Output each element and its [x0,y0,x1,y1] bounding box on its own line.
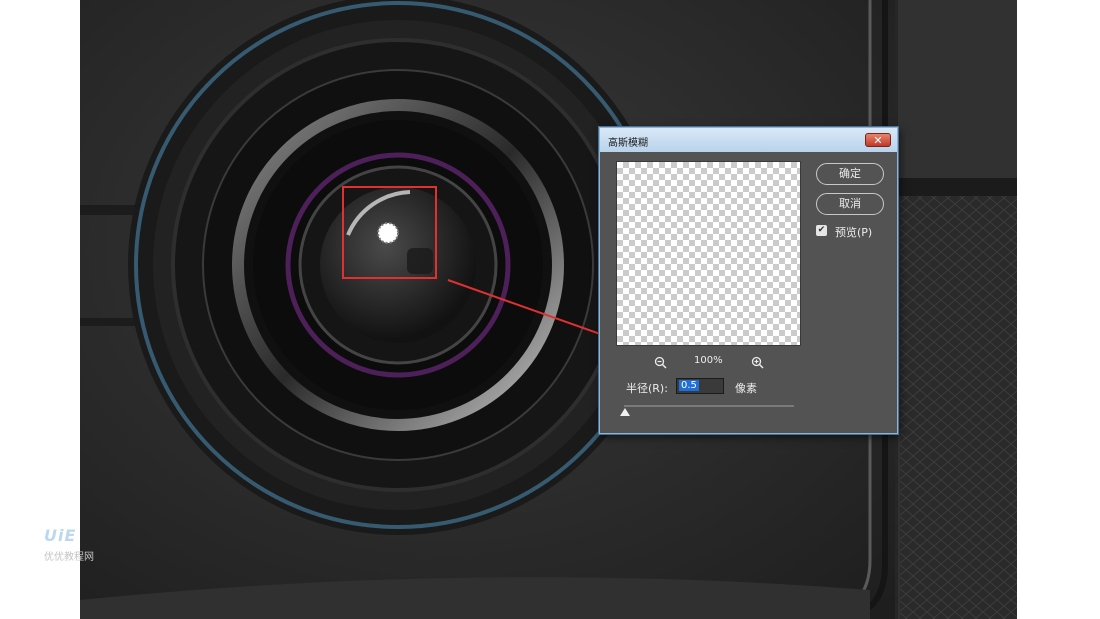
close-button[interactable]: ✕ [865,133,891,147]
watermark-text: 优优教程网 [44,552,94,563]
radius-slider-track[interactable] [624,405,794,407]
radius-label: 半径(R): [626,382,668,395]
dialog-title: 高斯模糊 [608,138,648,149]
radius-slider-thumb[interactable] [620,408,630,416]
radius-input[interactable]: 0.5 [676,378,724,394]
close-icon: ✕ [873,134,883,147]
grip-leather [900,196,1017,619]
unit-label: 像素 [735,382,757,395]
zoom-level: 100% [694,355,723,366]
checkmark-icon: ✔ [817,225,826,235]
lens-highlight-dot [377,222,399,244]
zoom-in-icon[interactable] [751,356,764,372]
watermark-logo: UiE [44,526,77,545]
grip-band [898,178,1017,196]
cancel-button[interactable]: 取消 [816,193,884,215]
zoom-out-icon[interactable] [654,356,667,372]
preview-checkbox[interactable]: ✔ [816,225,827,236]
lens-small-square [407,248,433,274]
ok-button[interactable]: 确定 [816,163,884,185]
dialog-titlebar[interactable]: 高斯模糊 ✕ [600,128,897,152]
preview-area[interactable] [616,161,801,346]
radius-value: 0.5 [679,380,699,391]
preview-label: 预览(P) [835,226,873,239]
gaussian-blur-dialog: 高斯模糊 ✕ 确定 取消 ✔ 预览(P) 100% 半径(R): 0.5 像素 [599,127,898,434]
